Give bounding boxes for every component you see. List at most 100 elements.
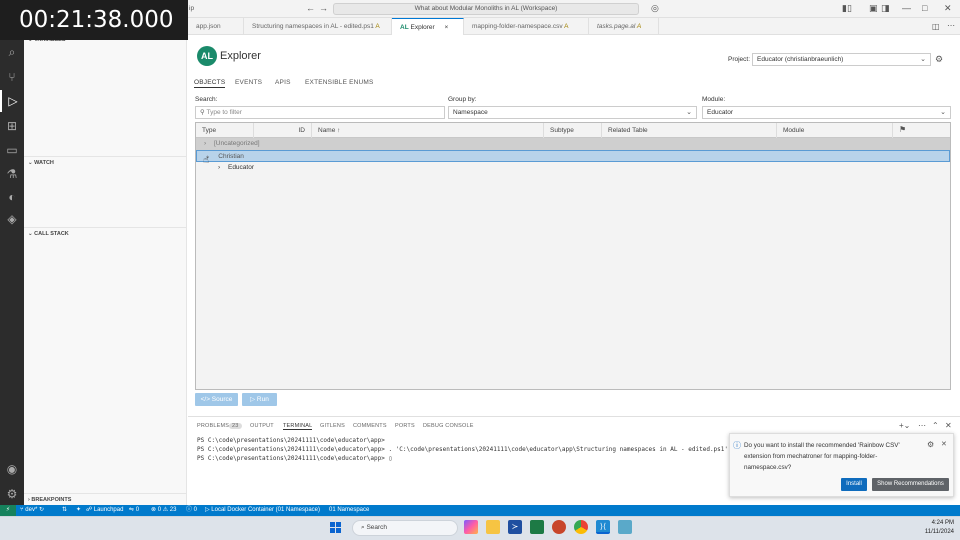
editor-tabs: app.json Structuring namespaces in AL - … <box>188 18 960 35</box>
tab-objects[interactable]: OBJECTS <box>194 79 226 88</box>
restore-icon[interactable]: □ <box>922 3 927 13</box>
bookmark-icon[interactable]: ⚑ <box>899 125 906 134</box>
panel-tab-output[interactable]: OUTPUT <box>250 423 274 429</box>
forward-arrow-icon[interactable]: → <box>319 3 328 13</box>
group-row-christian[interactable]: ⌄ Christian <box>196 150 950 162</box>
column-related-table[interactable]: Related Table <box>602 123 777 138</box>
group-by-select[interactable]: Namespace ⌄ <box>448 106 697 119</box>
module-select[interactable]: Educator ⌄ <box>702 106 951 119</box>
install-button[interactable]: Install <box>841 478 867 491</box>
close-tab-icon[interactable]: × <box>445 24 449 31</box>
panel-tab-debug-console[interactable]: DEBUG CONSOLE <box>423 423 474 429</box>
panel-tab-problems[interactable]: PROBLEMS <box>197 423 229 429</box>
close-icon[interactable]: ✕ <box>941 440 947 448</box>
tab-apis[interactable]: APIS <box>275 79 291 86</box>
panel-tab-comments[interactable]: COMMENTS <box>353 423 387 429</box>
tab-modifier: A <box>375 23 380 30</box>
column-type[interactable]: Type <box>196 123 254 138</box>
source-button[interactable]: </> Source <box>195 393 238 406</box>
column-id[interactable]: ID <box>254 123 312 138</box>
close-window-icon[interactable]: ✕ <box>944 3 952 14</box>
remote-explorer-icon[interactable]: ▭ <box>0 139 24 161</box>
command-center[interactable]: What about Modular Monoliths in AL (Work… <box>333 3 639 15</box>
watch-section[interactable]: ⌄ WATCH <box>24 156 187 168</box>
debug-target-status[interactable]: ▷ Local Docker Container (01 Namespace) <box>205 505 320 516</box>
tab-extensible-enums[interactable]: EXTENSIBLE ENUMS <box>305 79 374 86</box>
tab-label: tasks.page.al <box>597 23 636 30</box>
more-actions-icon[interactable]: ⋯ <box>947 21 955 30</box>
watch-label: WATCH <box>34 160 54 166</box>
app-icon[interactable] <box>618 520 632 534</box>
chrome-icon[interactable] <box>574 520 588 534</box>
sparkle-icon[interactable]: ✦ <box>76 505 81 516</box>
close-panel-icon[interactable]: ✕ <box>945 421 952 430</box>
taskbar-search[interactable]: ⌕ Search <box>352 520 458 536</box>
tab-explorer[interactable]: AL Explorer × <box>392 18 464 35</box>
namespace-status[interactable]: 01 Namespace <box>329 505 369 516</box>
panel-tab-terminal[interactable]: TERMINAL <box>283 423 313 430</box>
gitlens-icon[interactable]: ◈ <box>0 208 24 230</box>
extensions-icon[interactable]: ⊞ <box>0 115 24 137</box>
sync-icon[interactable]: ⇅ <box>62 505 67 516</box>
vscode-icon[interactable]: ⟩⟨ <box>596 520 610 534</box>
tab-mapping-csv[interactable]: mapping-folder-namespace.csv A <box>464 18 589 35</box>
panel-tab-ports[interactable]: PORTS <box>395 423 415 429</box>
terminal-line[interactable]: PS C:\code\presentations\20241111\code\e… <box>197 455 392 462</box>
run-button[interactable]: ▷ Run <box>242 393 277 406</box>
ports-status[interactable]: ⇋ 0 <box>129 505 139 516</box>
remote-icon[interactable]: ⚡ <box>0 505 16 516</box>
manage-gear-icon[interactable]: ⚙ <box>0 483 24 505</box>
show-recommendations-button[interactable]: Show Recommendations <box>872 478 949 491</box>
tab-tasks-page[interactable]: tasks.page.al A <box>589 18 659 35</box>
problems-status[interactable]: ⊗ 0 ⚠ 23 <box>151 505 176 516</box>
panel-tab-gitlens[interactable]: GITLENS <box>320 423 345 429</box>
search-icon: ⚲ <box>200 109 205 116</box>
column-subtype[interactable]: Subtype <box>544 123 602 138</box>
tab-events[interactable]: EVENTS <box>235 79 262 86</box>
column-name[interactable]: Name ↑ <box>312 123 544 138</box>
source-control-icon[interactable]: ⑂ <box>0 66 24 88</box>
maximize-panel-icon[interactable]: ⌃ <box>932 421 939 430</box>
info-status[interactable]: ⓘ 0 <box>186 505 197 516</box>
windows-start-icon[interactable] <box>330 522 341 533</box>
tab-app-json[interactable]: app.json <box>188 18 244 35</box>
project-select[interactable]: Educator (christianbraeunlich) ⌄ <box>752 53 931 66</box>
new-terminal-icon[interactable]: +⌄ <box>899 421 910 430</box>
back-arrow-icon[interactable]: ← <box>306 3 315 13</box>
tab-label: Structuring namespaces in AL - edited.ps… <box>252 23 374 30</box>
more-actions-icon[interactable]: ⋯ <box>918 421 926 430</box>
call-stack-section[interactable]: ⌄ CALL STACK <box>24 227 187 239</box>
search-input[interactable]: ⚲ Type to filter <box>195 106 445 119</box>
al-icon: AL <box>400 24 409 31</box>
minimize-icon[interactable]: — <box>902 3 911 13</box>
sidebar-toggle-icon[interactable]: ◨ <box>881 3 890 14</box>
run-debug-icon[interactable]: ▷ <box>0 90 24 112</box>
search-icon[interactable]: ⌕ <box>0 41 24 63</box>
settings-gear-icon[interactable]: ⚙ <box>935 54 943 65</box>
copilot-icon[interactable]: ◎ <box>651 3 659 14</box>
split-editor-icon[interactable]: ◫ <box>932 22 940 31</box>
call-stack-label: CALL STACK <box>34 231 69 237</box>
layout-icon[interactable]: ▮▯ <box>842 3 852 14</box>
group-row-uncategorized[interactable]: › [Uncategorized] <box>196 138 950 150</box>
group-row-educator[interactable]: › Educator <box>196 162 950 174</box>
branch-status[interactable]: ⑂ dev* ↻ <box>20 505 44 516</box>
powerpoint-icon[interactable] <box>552 520 566 534</box>
clock[interactable]: 4:24 PM 11/11/2024 <box>918 519 954 537</box>
column-module[interactable]: Module <box>777 123 893 138</box>
chevron-right-icon: › <box>204 140 207 147</box>
breakpoints-section[interactable]: › BREAKPOINTS <box>24 493 187 505</box>
al-explorer-icon[interactable]: ◐ <box>0 186 24 208</box>
copilot-app-icon[interactable] <box>464 520 478 534</box>
testing-icon[interactable]: ⚗ <box>0 163 24 185</box>
launchpad-status[interactable]: ☍ Launchpad <box>86 505 123 516</box>
start-tile <box>336 522 341 527</box>
gear-icon[interactable]: ⚙ <box>927 440 934 449</box>
tab-structuring-ps1[interactable]: Structuring namespaces in AL - edited.ps… <box>244 18 392 35</box>
chevron-down-icon: ⌄ <box>686 109 692 116</box>
panel-toggle-icon[interactable]: ▣ <box>869 3 878 14</box>
file-explorer-icon[interactable] <box>486 520 500 534</box>
account-icon[interactable]: ◉ <box>0 458 24 480</box>
terminal-app-icon[interactable]: ≻ <box>508 520 522 534</box>
excel-icon[interactable] <box>530 520 544 534</box>
